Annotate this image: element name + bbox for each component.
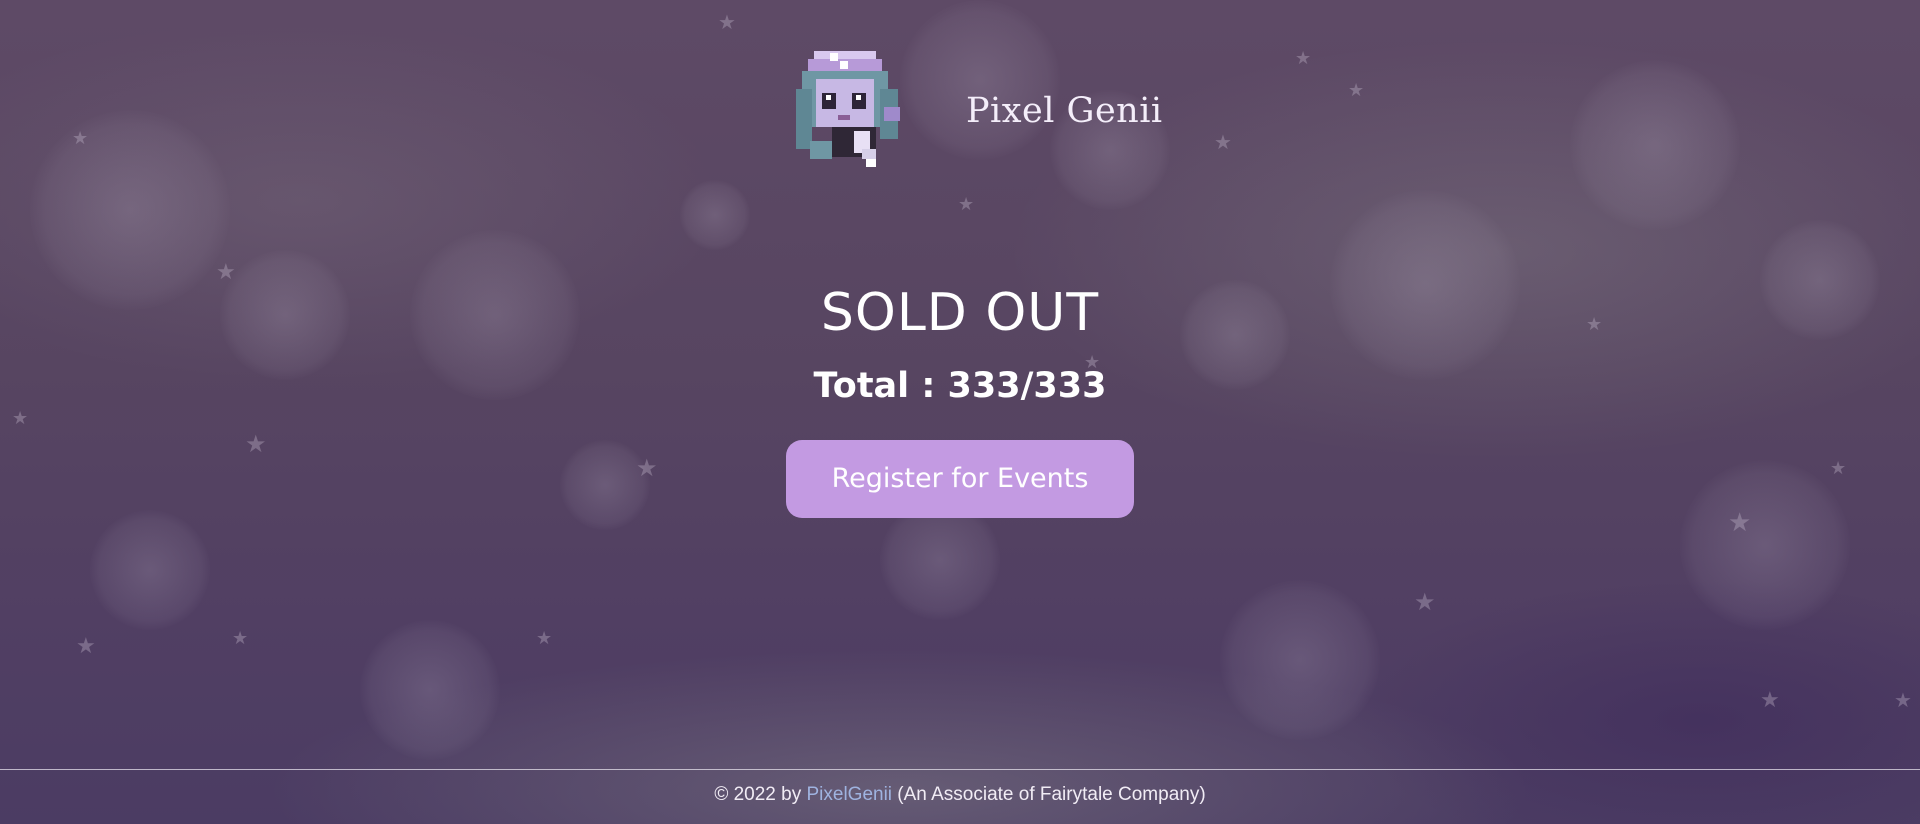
footer-divider [0,769,1920,770]
company-link[interactable]: PixelGenii [806,784,892,805]
brand-header: Pixel Genii [796,46,1162,176]
register-for-events-button[interactable]: Register for Events [786,440,1134,518]
brand-name: Pixel Genii [966,91,1163,131]
status-title: SOLD OUT [820,283,1100,343]
footer: © 2022 by PixelGenii (An Associate of Fa… [0,784,1920,806]
pixel-genie-mascot-icon[interactable] [796,49,908,173]
copyright-text: © 2022 by [714,784,807,805]
associate-text: (An Associate of Fairytale Company) [892,784,1206,805]
total-minted-count: Total : 333/333 [813,366,1107,406]
mint-status-panel: SOLD OUT Total : 333/333 Register for Ev… [0,276,1920,518]
